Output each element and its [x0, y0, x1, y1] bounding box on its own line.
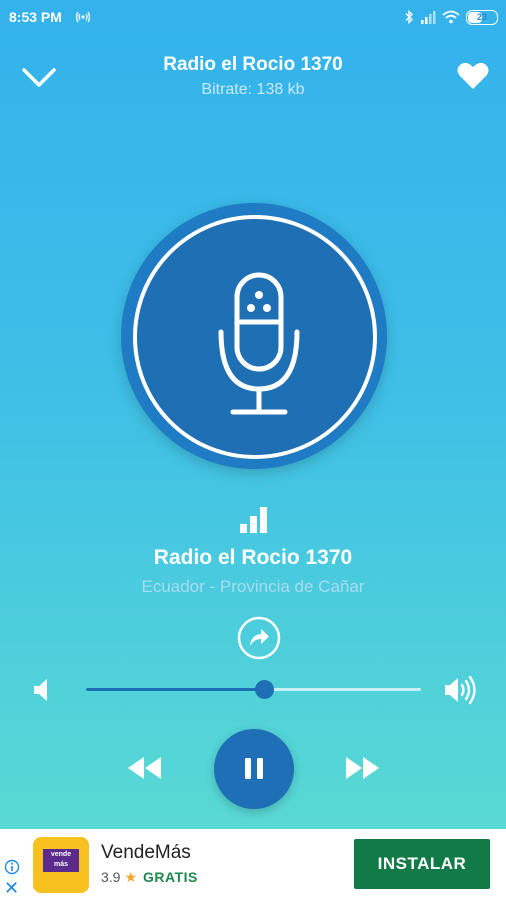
volume-slider-thumb[interactable]	[254, 680, 274, 699]
favorite-button[interactable]	[456, 60, 490, 92]
station-location: Ecuador - Provincia de Cañar	[141, 577, 365, 596]
pause-button[interactable]	[214, 729, 294, 809]
info-icon[interactable]	[4, 859, 20, 875]
fast-forward-icon	[346, 757, 379, 779]
volume-slider[interactable]	[86, 680, 421, 699]
signal-bars-icon	[240, 507, 267, 533]
station-artwork	[121, 203, 387, 469]
share-button[interactable]	[237, 616, 281, 660]
rewind-button[interactable]	[124, 753, 164, 783]
install-button[interactable]: INSTALAR	[354, 839, 490, 889]
status-time: 8:53 PM	[9, 9, 62, 25]
pause-icon	[245, 758, 263, 779]
heart-icon	[457, 62, 489, 89]
ad-rating: 3.9 ★ GRATIS	[101, 869, 198, 886]
volume-low-icon[interactable]	[30, 676, 54, 704]
ad-app-name[interactable]: VendeMás	[101, 842, 191, 864]
battery-icon: 23	[466, 9, 498, 25]
volume-slider-fill	[86, 688, 264, 691]
cell-signal-icon	[421, 10, 436, 24]
ad-app-logo[interactable]: vende más	[33, 837, 89, 893]
wifi-icon	[442, 10, 460, 24]
bluetooth-icon	[405, 10, 413, 24]
ad-logo-text: vende más	[43, 849, 79, 872]
radio-broadcast-icon	[76, 11, 90, 23]
header-title: Radio el Rocio 1370	[163, 54, 343, 75]
status-bar: 8:53 PM 23	[0, 0, 506, 34]
rewind-icon	[128, 757, 161, 779]
ad-banner[interactable]: ✕ vende más VendeMás 3.9 ★ GRATIS INSTALAR	[0, 829, 506, 900]
share-icon	[237, 616, 281, 660]
star-icon: ★	[124, 869, 138, 885]
microphone-icon	[218, 272, 300, 415]
header-bitrate: Bitrate: 138 kb	[201, 81, 305, 98]
fast-forward-button[interactable]	[343, 753, 383, 783]
artwork-ring	[133, 215, 377, 459]
volume-high-icon[interactable]	[442, 674, 478, 706]
status-icons: 23	[404, 8, 498, 26]
ad-price: GRATIS	[143, 869, 198, 885]
close-icon[interactable]: ✕	[4, 879, 19, 897]
battery-level: 23	[476, 12, 487, 22]
station-name: Radio el Rocio 1370	[153, 546, 353, 569]
ad-rating-value: 3.9	[101, 869, 121, 885]
